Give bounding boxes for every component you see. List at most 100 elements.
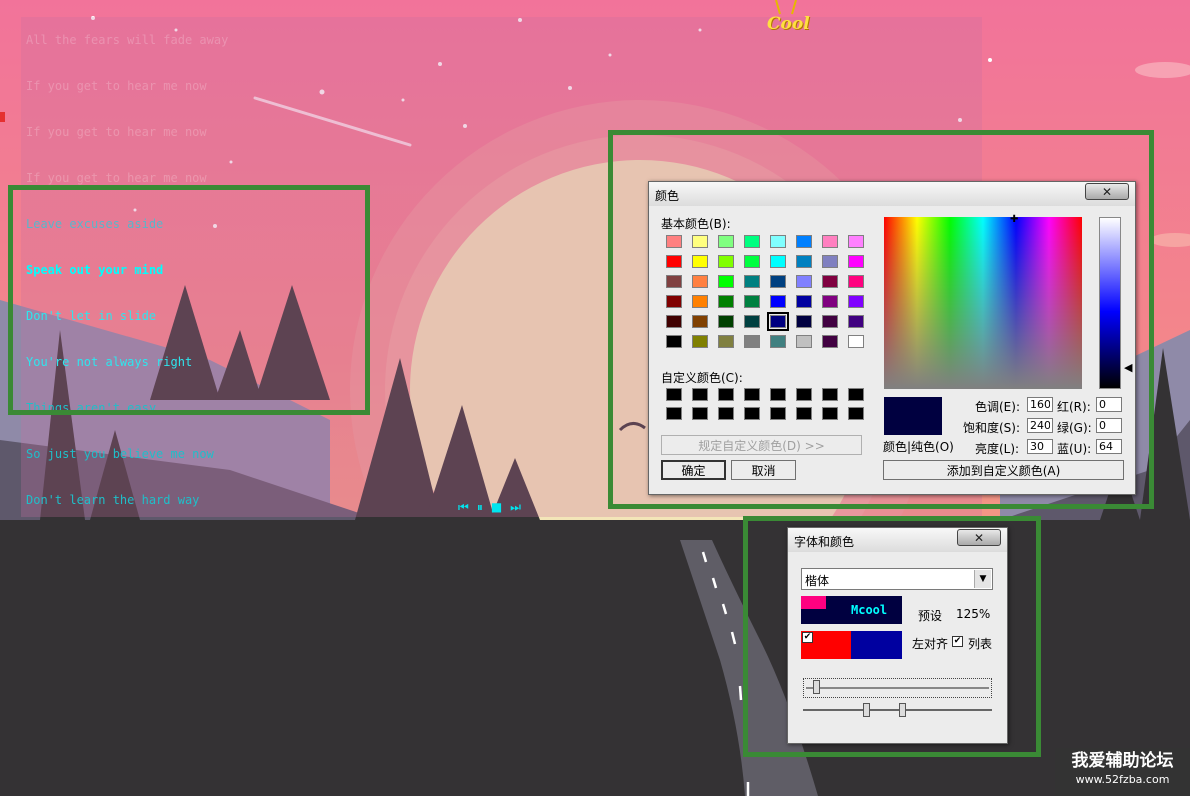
- custom-color-swatch[interactable]: [692, 407, 708, 420]
- custom-color-swatch[interactable]: [718, 407, 734, 420]
- basic-color-swatch[interactable]: [744, 255, 760, 268]
- basic-color-swatch[interactable]: [770, 275, 786, 288]
- custom-color-swatch[interactable]: [848, 407, 864, 420]
- basic-color-swatch[interactable]: [848, 315, 864, 328]
- slider-top-thumb[interactable]: [813, 680, 820, 694]
- chevron-down-icon[interactable]: ▼: [974, 570, 991, 588]
- basic-color-swatch[interactable]: [822, 295, 838, 308]
- basic-color-swatch[interactable]: [744, 335, 760, 348]
- color-dialog-close-button[interactable]: ✕: [1085, 183, 1129, 200]
- green-input[interactable]: [1096, 418, 1122, 433]
- left-align-checkbox[interactable]: ✔: [802, 632, 813, 643]
- custom-color-swatch[interactable]: [744, 388, 760, 401]
- red-input[interactable]: [1096, 397, 1122, 412]
- basic-color-swatch[interactable]: [848, 295, 864, 308]
- basic-color-swatch[interactable]: [666, 295, 682, 308]
- sat-input[interactable]: [1027, 418, 1053, 433]
- basic-color-swatch[interactable]: [744, 315, 760, 328]
- basic-color-swatch[interactable]: [796, 255, 812, 268]
- basic-color-swatch[interactable]: [796, 275, 812, 288]
- slider-top-track[interactable]: [803, 678, 992, 698]
- custom-color-swatch[interactable]: [718, 388, 734, 401]
- basic-color-swatch[interactable]: [822, 335, 838, 348]
- skip-next-icon[interactable]: ⏭: [510, 500, 521, 514]
- basic-color-swatch[interactable]: [718, 275, 734, 288]
- custom-color-swatch[interactable]: [770, 388, 786, 401]
- add-custom-color-button[interactable]: 添加到自定义颜色(A): [883, 460, 1124, 480]
- custom-color-swatch[interactable]: [770, 407, 786, 420]
- slider-bottom-track[interactable]: [803, 702, 992, 718]
- custom-color-swatch[interactable]: [692, 388, 708, 401]
- color-spectrum[interactable]: [884, 217, 1082, 389]
- basic-color-swatch[interactable]: [822, 255, 838, 268]
- basic-color-swatch[interactable]: [666, 315, 682, 328]
- highlight-color-swatch[interactable]: [801, 596, 826, 609]
- cancel-button[interactable]: 取消: [731, 460, 796, 480]
- basic-color-swatch[interactable]: [770, 295, 786, 308]
- basic-color-swatch[interactable]: [718, 315, 734, 328]
- font-preview[interactable]: Mcool: [801, 596, 902, 624]
- hue-input[interactable]: [1027, 397, 1053, 412]
- custom-color-swatch[interactable]: [666, 407, 682, 420]
- basic-color-swatch[interactable]: [692, 275, 708, 288]
- basic-color-swatch[interactable]: [744, 235, 760, 248]
- basic-color-swatch[interactable]: [692, 315, 708, 328]
- custom-color-swatch[interactable]: [796, 407, 812, 420]
- basic-color-swatch[interactable]: [718, 335, 734, 348]
- basic-color-swatch[interactable]: [848, 255, 864, 268]
- basic-color-swatch[interactable]: [718, 235, 734, 248]
- custom-color-swatch[interactable]: [744, 407, 760, 420]
- luminance-bar[interactable]: [1099, 217, 1121, 389]
- font-dialog-close-button[interactable]: ✕: [957, 529, 1001, 546]
- skip-previous-icon[interactable]: ⏮: [458, 500, 469, 514]
- pause-icon[interactable]: ⏸: [477, 500, 483, 514]
- right-color-swatch[interactable]: [851, 631, 902, 659]
- blue-input[interactable]: [1096, 439, 1122, 454]
- basic-color-swatch[interactable]: [822, 315, 838, 328]
- basic-color-swatch[interactable]: [848, 235, 864, 248]
- color-dialog-titlebar[interactable]: 颜色 ✕: [649, 182, 1135, 206]
- basic-color-swatch[interactable]: [796, 315, 812, 328]
- basic-color-swatch[interactable]: [692, 235, 708, 248]
- basic-color-swatch[interactable]: [770, 255, 786, 268]
- left-color-swatch[interactable]: ✔: [801, 631, 851, 659]
- basic-color-swatch[interactable]: [666, 335, 682, 348]
- lyric-line: If you get to hear me now: [26, 125, 207, 139]
- custom-color-swatch[interactable]: [848, 388, 864, 401]
- basic-color-swatch[interactable]: [718, 255, 734, 268]
- list-checkbox[interactable]: ✔: [952, 636, 963, 647]
- basic-color-swatch[interactable]: [692, 295, 708, 308]
- basic-color-swatch[interactable]: [796, 335, 812, 348]
- basic-color-swatch[interactable]: [848, 275, 864, 288]
- basic-color-swatch[interactable]: [767, 312, 789, 331]
- basic-color-swatch[interactable]: [770, 235, 786, 248]
- ok-button[interactable]: 确定: [661, 460, 726, 480]
- basic-color-swatch[interactable]: [744, 275, 760, 288]
- basic-color-swatch[interactable]: [822, 275, 838, 288]
- slider-bottom-thumb-2[interactable]: [899, 703, 906, 717]
- lum-input[interactable]: [1027, 439, 1053, 454]
- font-select[interactable]: 楷体 ▼: [801, 568, 993, 590]
- custom-color-swatch[interactable]: [822, 407, 838, 420]
- define-custom-colors-button[interactable]: 规定自定义颜色(D) >>: [661, 435, 862, 455]
- basic-color-swatch[interactable]: [770, 335, 786, 348]
- custom-color-swatch[interactable]: [822, 388, 838, 401]
- basic-color-swatch[interactable]: [822, 235, 838, 248]
- custom-color-swatch[interactable]: [666, 388, 682, 401]
- basic-color-swatch[interactable]: [692, 335, 708, 348]
- basic-color-swatch[interactable]: [796, 235, 812, 248]
- custom-color-swatch[interactable]: [796, 388, 812, 401]
- slider-bottom-thumb-1[interactable]: [863, 703, 870, 717]
- basic-color-swatch[interactable]: [666, 255, 682, 268]
- basic-color-swatch[interactable]: [796, 295, 812, 308]
- basic-color-swatch[interactable]: [744, 295, 760, 308]
- basic-color-swatch[interactable]: [666, 235, 682, 248]
- basic-color-swatch[interactable]: [666, 275, 682, 288]
- font-dialog-titlebar[interactable]: 字体和颜色 ✕: [788, 528, 1007, 552]
- basic-color-swatch[interactable]: [692, 255, 708, 268]
- basic-color-swatch[interactable]: [718, 295, 734, 308]
- basic-color-swatch[interactable]: [848, 335, 864, 348]
- luminance-pointer-icon[interactable]: ◀: [1124, 362, 1132, 373]
- stop-icon[interactable]: ■: [491, 500, 502, 514]
- preset-label[interactable]: 预设: [918, 607, 942, 624]
